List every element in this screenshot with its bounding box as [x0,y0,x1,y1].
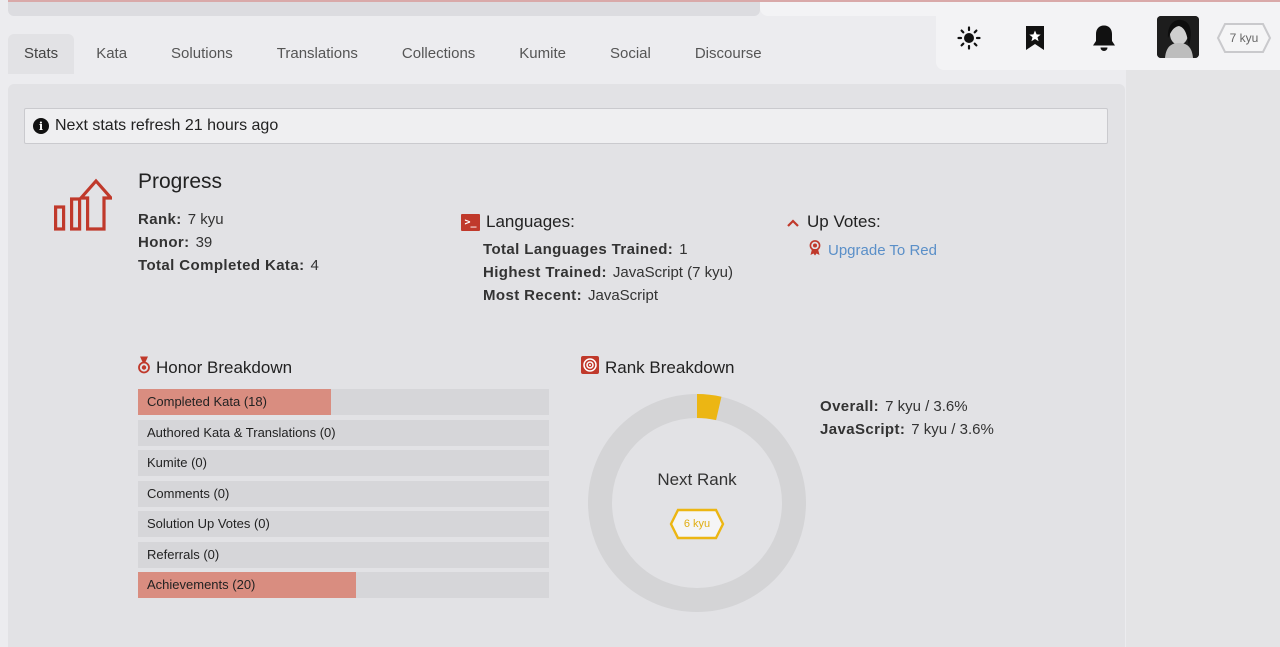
honor-bar: Solution Up Votes (0) [138,511,549,537]
target-icon [581,356,599,379]
languages-trained-value: 1 [679,241,688,258]
honor-bar: Comments (0) [138,480,549,507]
most-recent-row: Most Recent: JavaScript [483,284,733,307]
completed-row: Total Completed Kata: 4 [138,254,319,277]
overall-row: Overall: 7 kyu / 3.6% [820,395,994,418]
honor-breakdown-bars: Completed Kata (18) Authored Kata & Trans… [138,389,549,603]
honor-bar-label: Comments (0) [147,485,230,501]
honor-bar: Completed Kata (18) [138,389,549,415]
rank-breakdown-title: Rank Breakdown [605,357,735,377]
honor-bar-label: Referrals (0) [147,546,220,562]
next-rank-badge: 6 kyu [669,508,725,540]
donut-track [588,394,806,612]
languages-trained-row: Total Languages Trained: 1 [483,238,733,261]
tab-social[interactable]: Social [588,34,673,74]
bookmark-icon[interactable] [1021,24,1049,52]
info-icon: i [33,118,49,134]
medal-icon [138,356,150,379]
user-rank-text: 7 kyu [1229,31,1259,45]
honor-bar-label: Authored Kata & Translations (0) [147,424,336,440]
rank-value: 7 kyu [187,211,224,228]
honor-row: Honor: 39 [138,231,319,254]
terminal-icon: >_ [461,213,480,231]
highest-trained-value: JavaScript (7 kyu) [612,264,733,281]
progress-chart-icon [52,176,115,237]
javascript-row: JavaScript: 7 kyu / 3.6% [820,418,994,441]
rank-row: Rank: 7 kyu [138,208,319,231]
upgrade-to-red-link[interactable]: Upgrade To Red [809,240,937,260]
rank-details: Overall: 7 kyu / 3.6% JavaScript: 7 kyu / … [820,395,994,441]
honor-bar: Authored Kata & Translations (0) [138,419,549,446]
overall-label: Overall: [820,398,880,415]
javascript-label: JavaScript: [820,421,906,438]
languages-title: Languages: [486,212,575,231]
languages-trained-label: Total Languages Trained: [483,241,674,258]
honor-value: 39 [195,234,213,251]
ribbon-icon [809,240,821,260]
rank-label: Rank: [138,211,182,228]
top-bar-middle [760,0,940,16]
next-rank-text: 6 kyu [683,518,711,530]
progress-stats: Rank: 7 kyu Honor: 39 Total Completed Kata… [138,208,319,277]
highest-trained-label: Highest Trained: [483,264,607,281]
profile-tabs: Stats Kata Solutions Translations Collec… [8,34,784,76]
user-avatar[interactable] [1157,16,1199,58]
upvotes-section: Up Votes: Upgrade To Red [787,212,937,260]
honor-breakdown-header: Honor Breakdown [138,356,292,379]
honor-bar-label: Solution Up Votes (0) [147,516,270,531]
completed-value: 4 [310,257,319,274]
honor-bar-label: Achievements (20) [147,577,256,592]
tab-kumite[interactable]: Kumite [497,34,588,74]
tab-translations[interactable]: Translations [255,34,380,74]
completed-label: Total Completed Kata: [138,257,305,274]
donut-progress-arc [696,394,722,421]
languages-section: >_ Languages: Total Languages Trained: 1 … [461,212,733,307]
stats-panel: i Next stats refresh 21 hours ago Progre… [8,84,1125,647]
upgrade-link-text: Upgrade To Red [828,241,937,259]
next-rank-label: Next Rank [657,470,737,489]
progress-title: Progress [138,170,223,193]
stats-refresh-notice: i Next stats refresh 21 hours ago [24,108,1108,144]
user-rank-badge[interactable]: 7 kyu [1216,22,1272,54]
header-panel: 7 kyu [936,0,1280,70]
honor-bar-label: Completed Kata (18) [147,394,267,409]
bell-icon[interactable] [1090,24,1118,52]
chevron-up-icon [787,214,799,230]
right-column [1126,70,1280,647]
highest-trained-row: Highest Trained: JavaScript (7 kyu) [483,261,733,284]
tab-solutions[interactable]: Solutions [149,34,255,74]
tab-collections[interactable]: Collections [380,34,497,74]
tab-discourse[interactable]: Discourse [673,34,784,74]
honor-breakdown-title: Honor Breakdown [156,357,293,377]
honor-bar: Kumite (0) [138,450,549,476]
most-recent-label: Most Recent: [483,287,582,304]
tab-stats[interactable]: Stats [8,34,75,74]
upvotes-title: Up Votes: [807,212,881,231]
honor-label: Honor: [138,234,190,251]
notice-text: Next stats refresh 21 hours ago [55,117,279,134]
most-recent-value: JavaScript [587,287,659,304]
honor-bar: Achievements (20) [138,572,549,598]
overall-value: 7 kyu / 3.6% [885,398,968,415]
tab-kata[interactable]: Kata [74,34,149,74]
rank-breakdown-header: Rank Breakdown [581,356,734,379]
top-bar-left [8,0,760,16]
javascript-value: 7 kyu / 3.6% [911,421,994,438]
rank-progress-donut [588,394,806,612]
honor-bar-label: Kumite (0) [147,455,207,470]
sun-icon[interactable] [955,24,983,52]
honor-bar: Referrals (0) [138,541,549,568]
